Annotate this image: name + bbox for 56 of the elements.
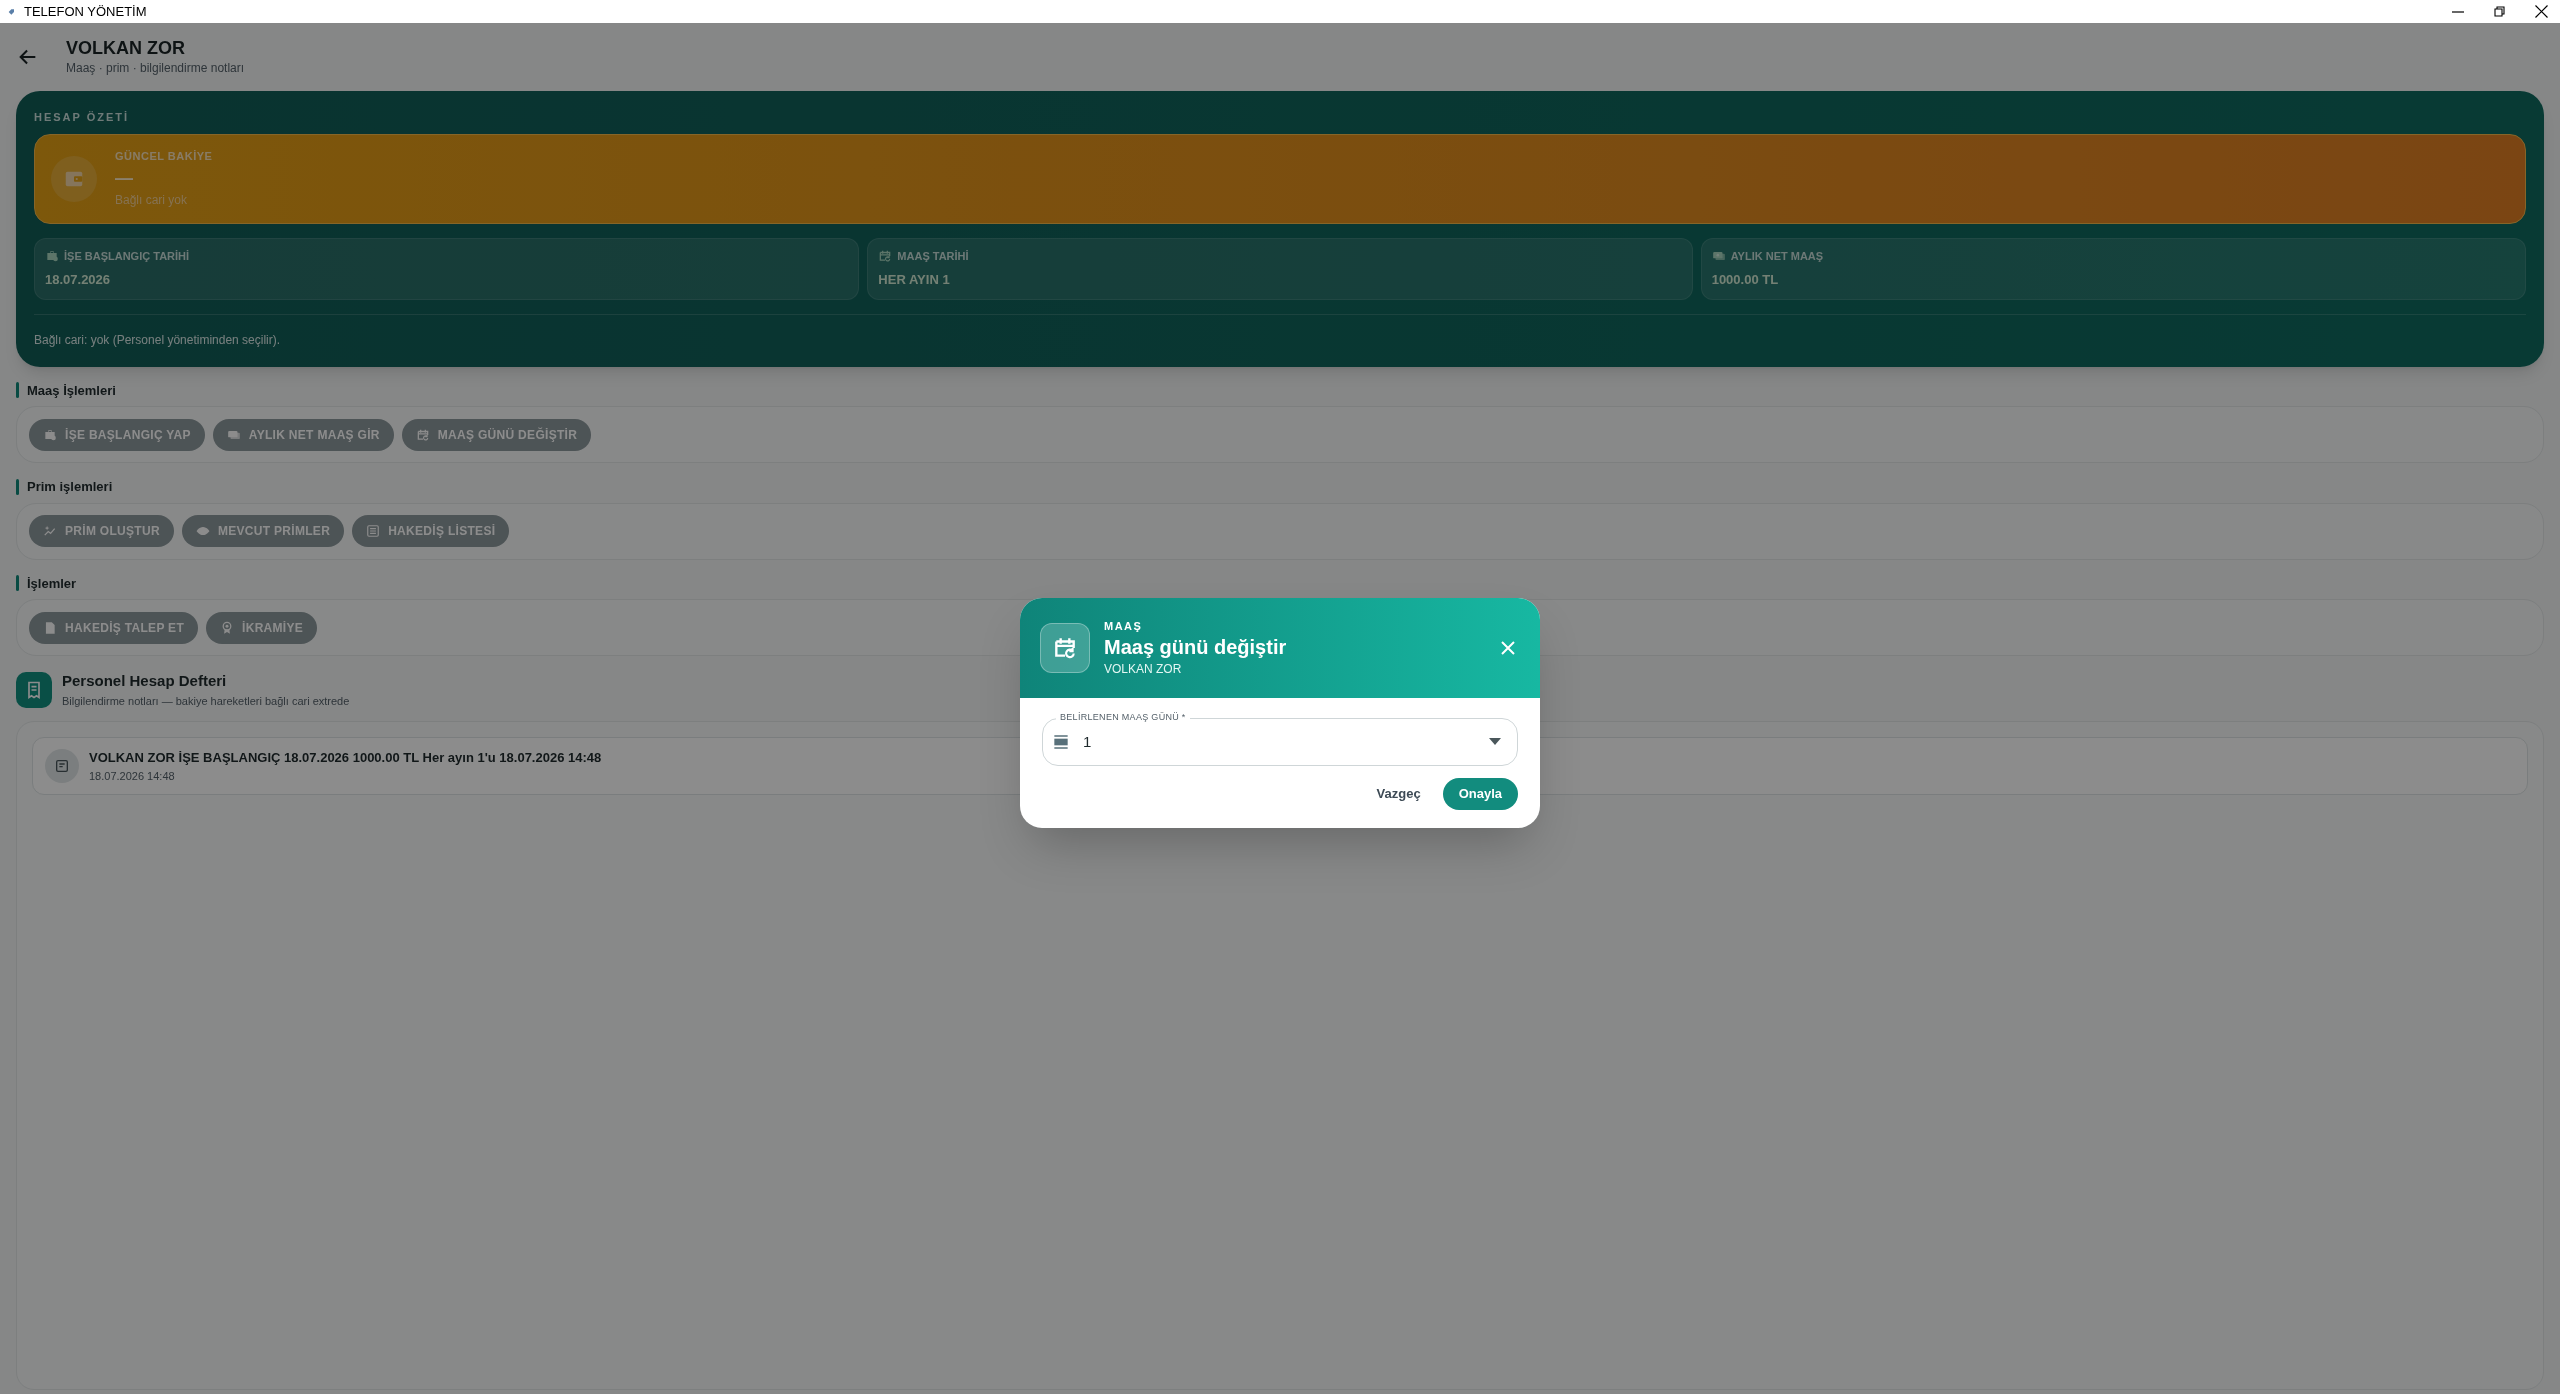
ledger-title: Personel Hesap Defteri (62, 671, 228, 691)
balance-note: Bağlı cari yok (115, 192, 189, 209)
action-button[interactable]: HAKEDİŞ LİSTESİ (352, 515, 510, 547)
dialog-title: Maaş günü değiştir (1104, 634, 1288, 660)
close-icon (1500, 640, 1516, 656)
calendar-icon (1052, 635, 1078, 661)
dialog-subtitle: VOLKAN ZOR (1104, 660, 1183, 678)
briefcase-icon (43, 427, 57, 442)
briefcase-icon (45, 248, 59, 263)
accent-bar (16, 575, 19, 592)
action-button[interactable]: İŞE BAŞLANGIÇ YAP (29, 418, 205, 451)
list-icon (366, 524, 381, 538)
action-button[interactable]: AYLIK NET MAAŞ GİR (212, 418, 394, 451)
ledger-subtitle: Bilgilendirme notları — bakiye hareketleri bağlı cari extrede (62, 693, 350, 709)
calendar-icon (878, 248, 893, 263)
section-title: Prim işlemleri (27, 478, 113, 496)
page-title: VOLKAN ZOR (66, 36, 186, 60)
page-subtitle: Maaş · prim · bilgilendirme notları (66, 60, 245, 78)
stat-label: İŞE BAŞLANGIÇ TARİHİ (64, 248, 190, 264)
field-label: BELİRLENEN MAAŞ GÜNÜ * (1056, 713, 1190, 722)
balance-value: — (115, 166, 134, 189)
action-button[interactable]: PRİM OLUŞTUR (29, 515, 174, 547)
action-button[interactable]: MEVCUT PRİMLER (181, 515, 345, 547)
confirm-button[interactable]: Onayla (1442, 778, 1518, 810)
entry-time: 18.07.2026 14:48 (89, 768, 176, 784)
accent-bar (16, 478, 19, 495)
close-icon (2535, 5, 2548, 18)
stat-label: AYLIK NET MAAŞ (1730, 248, 1824, 264)
section-title: İşlemler (27, 574, 77, 593)
app-icon (8, 7, 16, 16)
eye-icon (195, 524, 210, 538)
summary-footer: Bağlı cari: yok (Personel yönetiminden seçilir). (34, 330, 2526, 349)
action-button[interactable]: İKRAMİYE (206, 611, 318, 644)
calendar-view-icon (1053, 734, 1069, 750)
document-icon (43, 620, 57, 635)
action-button[interactable]: HAKEDİŞ TALEP ET (29, 611, 199, 644)
stat-value: 18.07.2026 (45, 271, 112, 289)
minimize-icon (2452, 10, 2464, 13)
dialog-overline: MAAŞ (1104, 619, 1144, 635)
section-heading: HESAP ÖZETİ (34, 110, 131, 125)
stat-value: HER AYIN 1 (878, 271, 951, 289)
stat-value: 1000.00 TL (1711, 271, 1780, 289)
balance-label: GÜNCEL BAKİYE (115, 149, 213, 164)
entry-text: VOLKAN ZOR İŞE BAŞLANGIÇ 18.07.2026 1000.00 TL Her ayın 1'u 18.07.2026 14:48 (89, 749, 602, 767)
calendar-icon (415, 427, 430, 442)
cancel-button[interactable]: Vazgeç (1368, 778, 1429, 810)
accent-bar (16, 382, 19, 399)
sparkle-chart-icon (43, 524, 57, 538)
action-button[interactable]: MAAŞ GÜNÜ DEĞİŞTİR (401, 418, 592, 451)
note-icon (54, 758, 70, 774)
field-value: 1 (1083, 731, 1093, 752)
window-title: TELEFON YÖNETİM (24, 2, 148, 21)
stat-label: MAAŞ TARİHİ (897, 248, 969, 264)
dropdown-caret-icon (1489, 738, 1501, 746)
section-title: Maaş İşlemleri (27, 381, 116, 400)
restore-icon (2494, 6, 2505, 17)
